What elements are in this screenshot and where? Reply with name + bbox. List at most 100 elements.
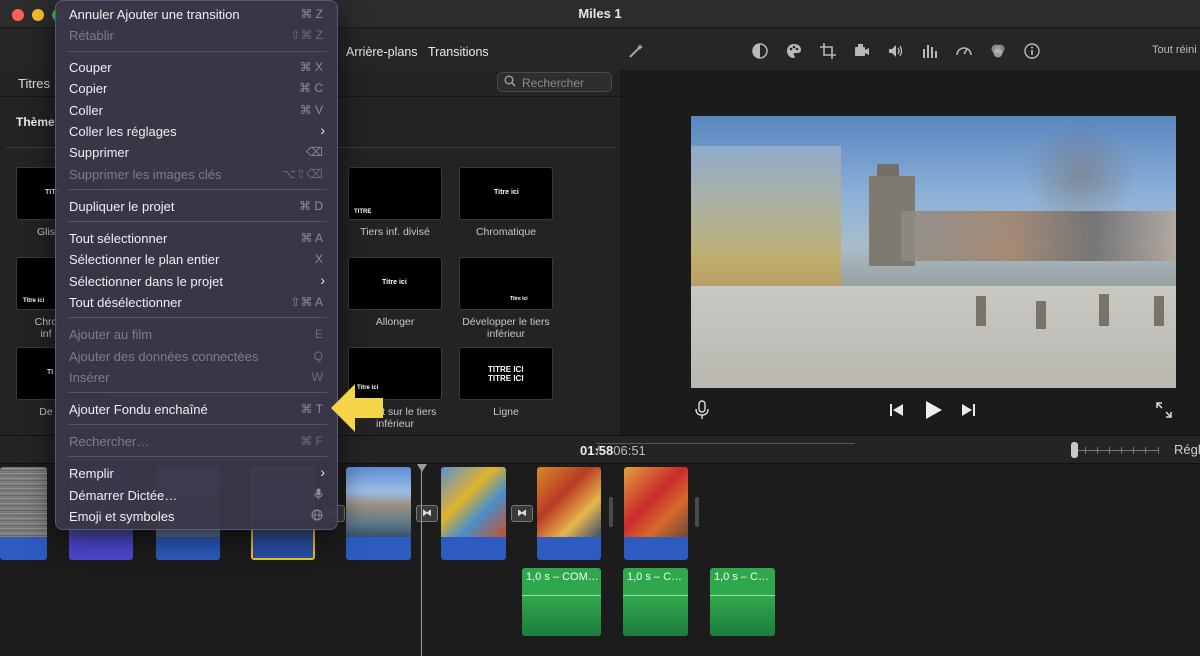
menu-item-label: Ajouter des données connectées — [69, 349, 259, 364]
menu-item-find[interactable]: Rechercher… ⌘ F — [56, 431, 339, 451]
menu-item-shortcut: ⌘ C — [299, 81, 323, 95]
menu-separator — [68, 456, 327, 457]
playhead-handle[interactable] — [417, 464, 427, 472]
themes-label: Thème — [16, 115, 55, 129]
menu-item-label: Insérer — [69, 370, 110, 385]
filter-icon[interactable] — [988, 42, 1008, 62]
audio-clip[interactable]: 1,0 s – C… — [710, 568, 775, 636]
menu-item-select-entire-clip[interactable]: Sélectionner le plan entier X — [56, 249, 339, 269]
search-input[interactable] — [522, 75, 608, 90]
menu-item-cut[interactable]: Couper ⌘ X — [56, 57, 339, 77]
video-preview[interactable] — [691, 116, 1176, 388]
menu-item-add-cross-dissolve[interactable]: Ajouter Fondu enchaîné ⌘ T — [56, 399, 339, 419]
viewer — [623, 70, 1200, 435]
title-name: Allonger — [375, 316, 415, 328]
video-clip[interactable] — [537, 467, 601, 560]
menu-item-insert[interactable]: Insérer W — [56, 367, 339, 387]
video-frame-content — [976, 296, 986, 326]
video-clip[interactable] — [0, 467, 47, 560]
video-clip[interactable] — [346, 467, 411, 560]
menu-item-shortcut: ⌥⇧⌫ — [282, 167, 323, 181]
menu-item-label: Ajouter Fondu enchaîné — [69, 402, 208, 417]
menu-item-shortcut: ⇧⌘ A — [290, 295, 323, 309]
menu-item-deselect-all[interactable]: Tout désélectionner ⇧⌘ A — [56, 292, 339, 312]
menu-item-shortcut: ⌘ D — [299, 199, 323, 213]
camera-icon[interactable] — [852, 42, 872, 62]
fullscreen-icon[interactable] — [1155, 401, 1173, 424]
menu-item-undo[interactable]: Annuler Ajouter une transition ⌘ Z — [56, 4, 339, 24]
menu-item-label: Rétablir — [69, 28, 114, 43]
menu-item-select-in-project[interactable]: Sélectionner dans le projet › — [56, 271, 339, 291]
equalizer-icon[interactable] — [920, 42, 940, 62]
title-name: Chromatique — [475, 226, 537, 238]
thumbnail-text: Titre ici — [510, 296, 528, 302]
zoom-tick — [1121, 447, 1122, 454]
menu-item-paste[interactable]: Coller ⌘ V — [56, 100, 339, 120]
zoom-tick — [1158, 447, 1159, 454]
video-clip[interactable] — [624, 467, 688, 560]
transition-icon[interactable]: ⧓ — [511, 505, 533, 522]
search-field[interactable] — [497, 72, 612, 92]
menu-item-label: Rechercher… — [69, 434, 150, 449]
playhead[interactable] — [421, 464, 422, 656]
menu-item-duplicate-project[interactable]: Dupliquer le projet ⌘ D — [56, 196, 339, 216]
menu-item-redo[interactable]: Rétablir ⇧⌘ Z — [56, 25, 339, 45]
tab-transitions[interactable]: Transitions — [428, 45, 489, 59]
microphone-icon[interactable] — [695, 400, 709, 425]
audio-clip[interactable]: 1,0 s – C… — [623, 568, 688, 636]
menu-item-paste-adjustments[interactable]: Coller les réglages › — [56, 121, 339, 141]
menu-item-select-all[interactable]: Tout sélectionner ⌘ A — [56, 228, 339, 248]
info-icon[interactable] — [1022, 42, 1042, 62]
clip-divider — [695, 497, 699, 527]
title-thumbnail[interactable]: Titre ici — [348, 257, 442, 310]
transition-icon[interactable]: ⧓ — [416, 505, 438, 522]
menu-item-start-dictation[interactable]: Démarrer Dictée… — [56, 485, 339, 505]
thumbnail-text: TITRE ICI TITRE ICI — [488, 365, 524, 383]
volume-icon[interactable] — [886, 42, 906, 62]
color-palette-icon[interactable] — [784, 42, 804, 62]
skip-forward-icon[interactable] — [960, 403, 976, 422]
menu-item-label: Sélectionner le plan entier — [69, 252, 220, 267]
audio-clip[interactable]: 1,0 s – COM… — [522, 568, 601, 636]
chevron-right-icon: › — [320, 464, 325, 480]
color-balance-icon[interactable] — [750, 42, 770, 62]
menu-item-emoji-symbols[interactable]: Emoji et symboles — [56, 506, 339, 526]
tab-titres[interactable]: Titres — [18, 76, 50, 91]
menu-item-copy[interactable]: Copier ⌘ C — [56, 78, 339, 98]
zoom-tick — [1145, 447, 1146, 454]
title-thumbnail[interactable]: TITRE ICI TITRE ICI — [459, 347, 553, 400]
menu-item-shortcut: E — [314, 327, 323, 341]
menu-item-delete[interactable]: Supprimer ⌫ — [56, 142, 339, 162]
audio-clip-label: 1,0 s – COM… — [526, 571, 599, 583]
settings-button[interactable]: Régl — [1174, 442, 1200, 457]
video-frame-content — [1036, 301, 1046, 329]
zoom-slider-knob[interactable] — [1071, 442, 1078, 458]
menu-item-delete-keyframes[interactable]: Supprimer les images clés ⌥⇧⌫ — [56, 164, 339, 184]
menu-item-add-connected[interactable]: Ajouter des données connectées Q — [56, 346, 339, 366]
menu-separator — [68, 317, 327, 318]
speed-icon[interactable] — [954, 42, 974, 62]
search-icon — [504, 75, 516, 90]
menu-separator — [68, 221, 327, 222]
menu-item-autofill[interactable]: Remplir › — [56, 463, 339, 483]
video-clip[interactable] — [441, 467, 506, 560]
skip-back-icon[interactable] — [889, 403, 905, 422]
menu-item-shortcut: W — [311, 370, 323, 384]
audio-waveform — [623, 596, 688, 636]
menu-item-label: Emoji et symboles — [69, 509, 175, 524]
zoom-tick — [1085, 447, 1086, 454]
audio-waveform — [710, 596, 775, 636]
menu-item-add-to-movie[interactable]: Ajouter au film E — [56, 324, 339, 344]
menu-item-label: Ajouter au film — [69, 327, 153, 342]
magic-wand-icon[interactable] — [626, 42, 646, 62]
play-icon[interactable] — [923, 400, 943, 425]
title-thumbnail[interactable]: Titre ici — [459, 167, 553, 220]
menu-item-shortcut: ⌘ F — [300, 434, 323, 448]
crop-icon[interactable] — [818, 42, 838, 62]
tab-arriere-plans[interactable]: Arrière-plans — [346, 45, 418, 59]
title-thumbnail[interactable]: Titre ici — [459, 257, 553, 310]
title-thumbnail[interactable]: TITRE — [348, 167, 442, 220]
reset-all-button[interactable]: Tout réini — [1152, 44, 1197, 56]
zoom-slider-track[interactable] — [1075, 447, 1159, 454]
title-name: Ligne — [493, 406, 519, 418]
